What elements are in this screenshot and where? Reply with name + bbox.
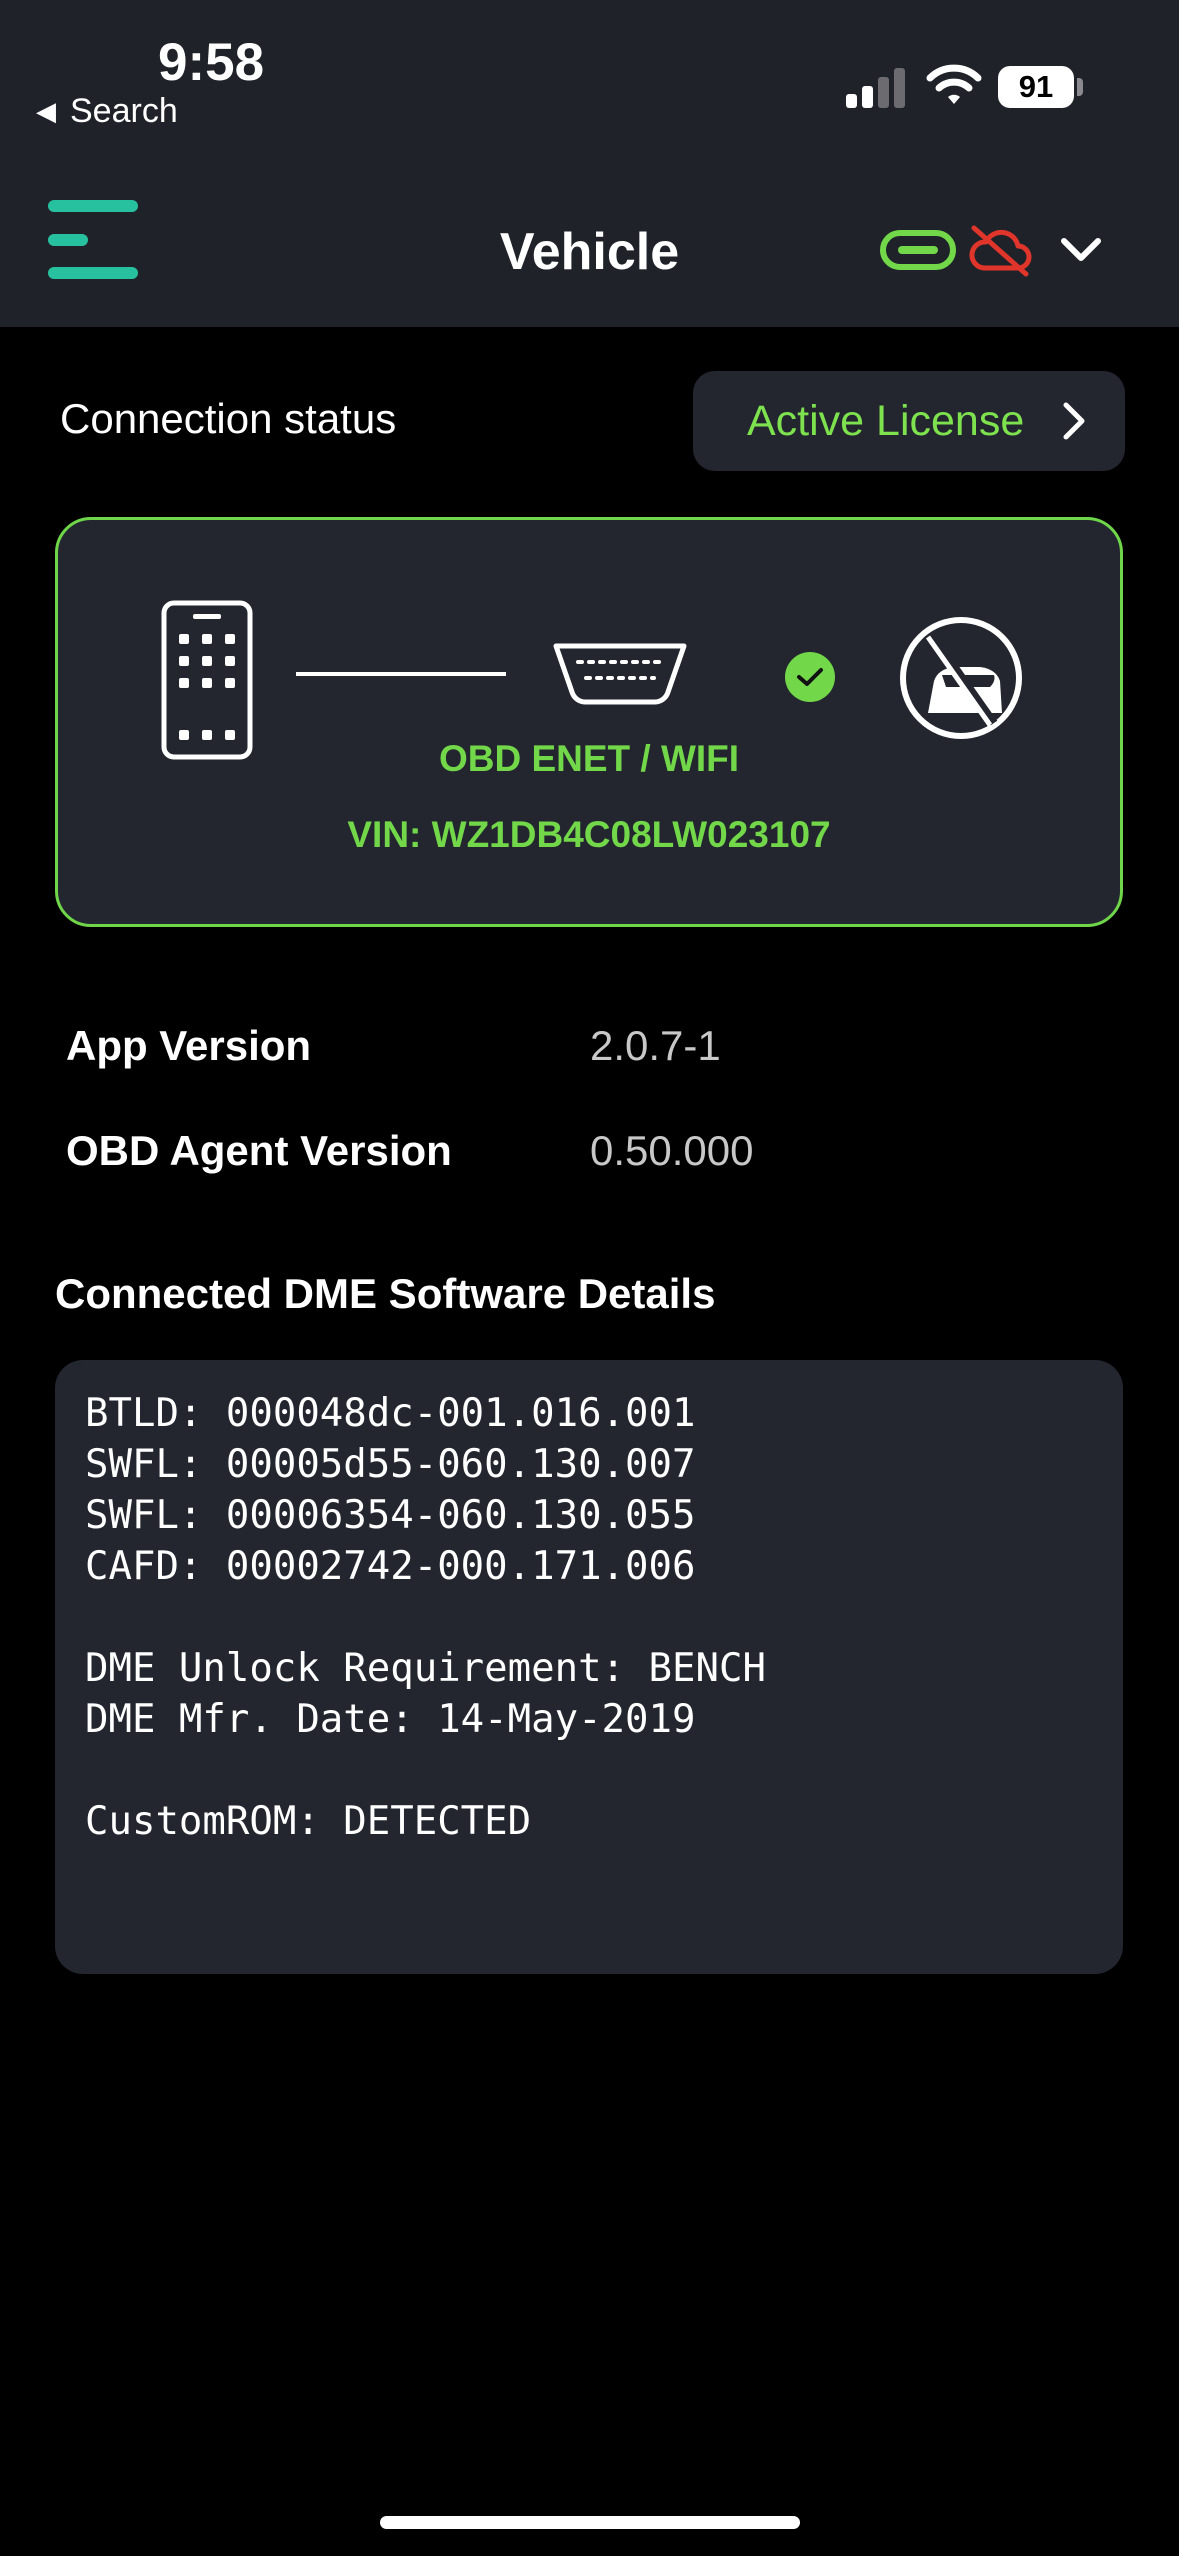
app-version-key: App Version bbox=[66, 1022, 312, 1069]
dme-line bbox=[85, 1592, 1093, 1643]
dme-line: CAFD: 00002742-000.171.006 bbox=[85, 1544, 696, 1589]
app-version-value: 2.0.7-1 bbox=[590, 1022, 721, 1069]
connection-status-label: Connection status bbox=[60, 395, 397, 442]
battery-cap bbox=[1077, 78, 1083, 96]
connection-line bbox=[296, 672, 506, 676]
obd-agent-version-key: OBD Agent Version bbox=[66, 1127, 452, 1174]
active-license-label: Active License bbox=[747, 396, 1025, 445]
check-icon bbox=[785, 652, 835, 702]
adapter-label: OBD ENET / WIFI bbox=[438, 738, 740, 779]
link-icon[interactable] bbox=[880, 228, 956, 272]
obd-agent-version-value: 0.50.000 bbox=[590, 1127, 754, 1174]
dme-line: DME Unlock Requirement: BENCH bbox=[85, 1646, 766, 1691]
dme-line bbox=[85, 1745, 1093, 1796]
battery-level: 91 bbox=[1018, 69, 1054, 104]
dme-line: SWFL: 00005d55-060.130.007 bbox=[85, 1442, 696, 1487]
phone-icon bbox=[161, 600, 253, 760]
chevron-down-icon[interactable] bbox=[1060, 236, 1102, 264]
dme-line: BTLD: 000048dc-001.016.001 bbox=[85, 1391, 696, 1436]
wifi-icon bbox=[926, 64, 982, 104]
back-arrow-icon: ◀ bbox=[36, 96, 56, 126]
status-time: 9:58 bbox=[158, 33, 265, 92]
chevron-right-icon bbox=[1063, 402, 1085, 440]
obd-connector-icon bbox=[553, 643, 687, 705]
car-icon bbox=[900, 617, 1022, 739]
dme-line: CustomROM: DETECTED bbox=[85, 1799, 532, 1844]
battery-indicator: 91 bbox=[998, 66, 1074, 108]
back-label: Search bbox=[70, 92, 178, 130]
cellular-signal-icon bbox=[846, 68, 905, 108]
home-indicator[interactable] bbox=[380, 2516, 800, 2529]
dme-line: SWFL: 00006354-060.130.055 bbox=[85, 1493, 696, 1538]
active-license-button[interactable]: Active License bbox=[693, 371, 1125, 471]
back-to-search-link[interactable]: ◀ Search bbox=[36, 92, 178, 131]
dme-details-box: BTLD: 000048dc-001.016.001 SWFL: 00005d5… bbox=[55, 1360, 1123, 1974]
cloud-offline-icon[interactable] bbox=[968, 222, 1032, 278]
dme-line: DME Mfr. Date: 14-May-2019 bbox=[85, 1697, 696, 1742]
dme-details-title: Connected DME Software Details bbox=[55, 1270, 716, 1317]
vin-label: VIN: WZ1DB4C08LW023107 bbox=[347, 814, 831, 855]
connection-card: OBD ENET / WIFI VIN: WZ1DB4C08LW023107 bbox=[55, 517, 1123, 927]
top-bar: 9:58 ◀ Search 91 Vehicle bbox=[0, 0, 1179, 327]
